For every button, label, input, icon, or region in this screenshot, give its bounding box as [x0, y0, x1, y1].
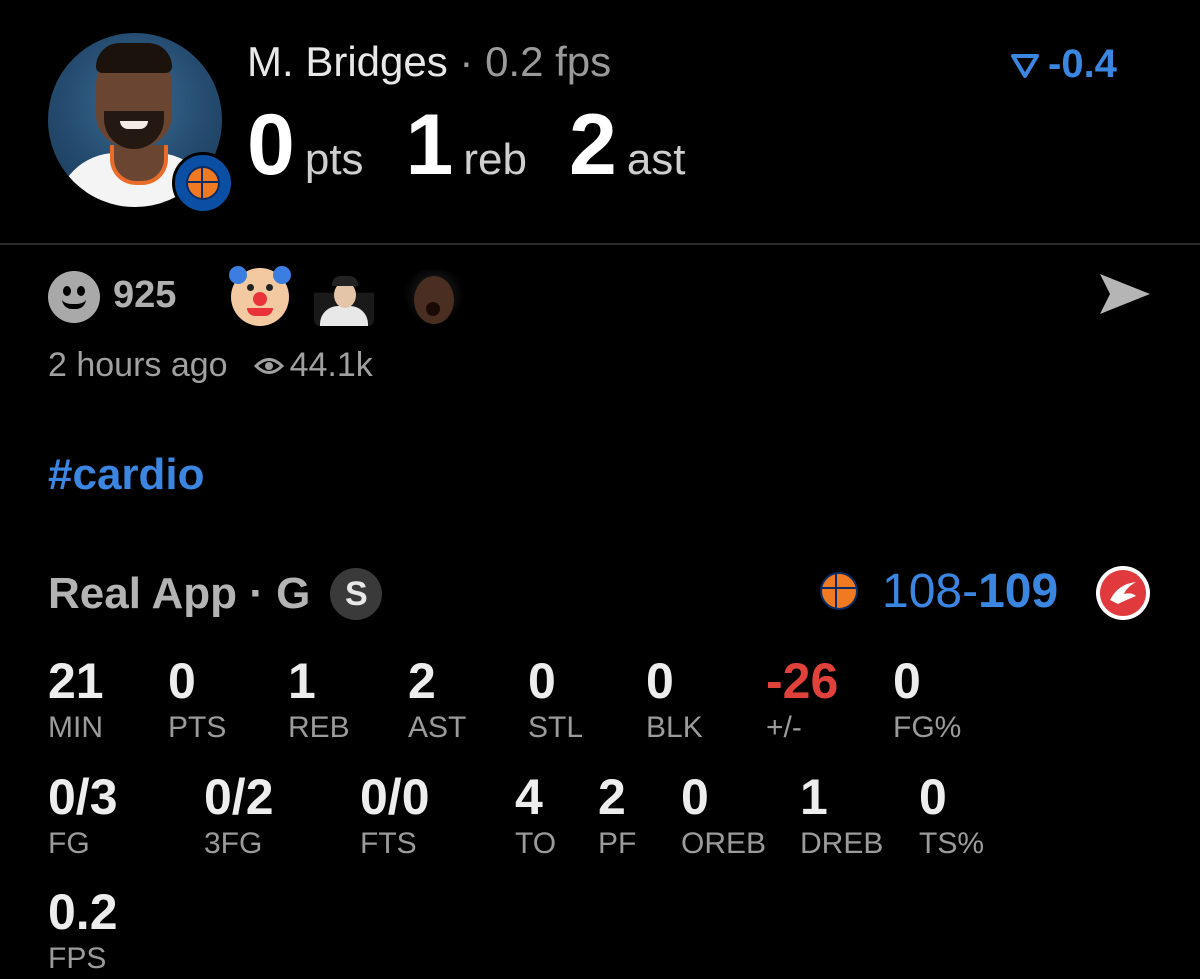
player-name: M. Bridges: [247, 38, 448, 85]
stat-value: 0/3: [48, 769, 118, 825]
eye-icon: [253, 357, 284, 374]
stat-value: 0.2: [48, 884, 118, 940]
stat-label: REB: [288, 711, 350, 744]
stat-value: 0: [681, 769, 709, 825]
pts-value: 0: [247, 97, 295, 193]
stat-label: FTS: [360, 827, 417, 860]
send-icon[interactable]: [1096, 270, 1154, 318]
score-away: 109: [978, 565, 1059, 618]
ast-value: 2: [568, 97, 617, 193]
stat-fg-pct: 0 FG%: [893, 655, 961, 745]
stat-fps: 0.2 FPS: [48, 886, 118, 976]
stat-label: TS%: [919, 827, 985, 860]
stat-value: 0/2: [204, 769, 274, 825]
avatar-smile: [120, 121, 148, 129]
stat-label: FPS: [48, 942, 107, 975]
stat-label: FG%: [893, 711, 962, 744]
post-meta: 2 hours ago 44.1k: [48, 346, 373, 385]
stat-label: +/-: [766, 711, 802, 744]
stat-value: 1: [288, 653, 316, 709]
stat-pts: 0 PTS: [168, 655, 226, 745]
filter-down-icon: [1011, 53, 1039, 78]
stat-value: 0: [893, 653, 921, 709]
stat-label: OREB: [681, 827, 767, 860]
knicks-logo-icon: [172, 152, 234, 214]
hashtag-link[interactable]: #cardio: [48, 450, 205, 500]
player-fps: 0.2 fps: [485, 38, 612, 85]
clown-reaction-icon[interactable]: [229, 266, 291, 326]
source-label: Real App · G: [48, 569, 311, 618]
stat-value: -26: [766, 653, 839, 709]
stat-plus-minus: -26 +/-: [766, 655, 838, 745]
stat-label: STL: [528, 711, 584, 744]
reaction-count: 925: [113, 274, 177, 316]
stat-blk: 0 BLK: [646, 655, 703, 745]
stat-label: MIN: [48, 711, 103, 744]
title-separator: ·: [447, 38, 486, 85]
time-ago: 2 hours ago: [48, 346, 228, 384]
stat-value: 2: [598, 769, 626, 825]
game-source: Real App · G S: [48, 568, 383, 620]
stat-ts-pct: 0 TS%: [919, 771, 984, 861]
stat-value: 0: [528, 653, 556, 709]
score-dash: -: [962, 565, 979, 618]
delta-value: -0.4: [1048, 42, 1117, 86]
stat-label: PTS: [168, 711, 227, 744]
stat-label: TO: [515, 827, 557, 860]
view-count: 44.1k: [289, 346, 373, 384]
stat-value: 1: [800, 769, 828, 825]
knicks-team-icon: [812, 568, 866, 614]
stat-value: 21: [48, 653, 104, 709]
stat-dreb: 1 DREB: [800, 771, 883, 861]
fps-delta[interactable]: -0.4: [1010, 42, 1117, 87]
stat-value: 0: [919, 769, 947, 825]
reaction-image-face[interactable]: [404, 270, 464, 326]
stat-label: 3FG: [204, 827, 263, 860]
stat-value: 0: [646, 653, 674, 709]
stat-min: 21 MIN: [48, 655, 104, 745]
stat-ast: 2 AST: [408, 655, 466, 745]
headline-stats: 0 pts 1 reb 2 ast: [247, 96, 728, 195]
stat-stl: 0 STL: [528, 655, 583, 745]
smiley-icon[interactable]: [48, 271, 100, 323]
hawks-team-icon: [1096, 566, 1150, 620]
stat-label: DREB: [800, 827, 884, 860]
stat-value: 0/0: [360, 769, 430, 825]
stat-reb: 1 REB: [288, 655, 350, 745]
stat-label: FG: [48, 827, 90, 860]
avatar-hair: [96, 43, 172, 73]
status-badge: S: [330, 568, 383, 620]
game-score[interactable]: 108-109: [882, 564, 1058, 619]
stat-to: 4 TO: [515, 771, 556, 861]
ast-label: ast: [626, 135, 686, 184]
stat-pf: 2 PF: [598, 771, 636, 861]
stat-fg: 0/3 FG: [48, 771, 118, 861]
stat-label: AST: [408, 711, 467, 744]
score-home: 108: [882, 565, 963, 618]
stat-fts: 0/0 FTS: [360, 771, 430, 861]
stat-3fg: 0/2 3FG: [204, 771, 274, 861]
stat-value: 2: [408, 653, 436, 709]
stat-value: 4: [515, 769, 543, 825]
player-title[interactable]: M. Bridges · 0.2 fps: [247, 38, 611, 86]
pts-label: pts: [304, 135, 364, 184]
header-divider: [0, 243, 1200, 245]
stat-value: 0: [168, 653, 196, 709]
reb-value: 1: [405, 97, 454, 193]
stat-label: BLK: [646, 711, 703, 744]
reb-label: reb: [463, 135, 527, 184]
stat-label: PF: [598, 827, 637, 860]
reaction-image-fan[interactable]: [314, 270, 374, 326]
stat-oreb: 0 OREB: [681, 771, 766, 861]
